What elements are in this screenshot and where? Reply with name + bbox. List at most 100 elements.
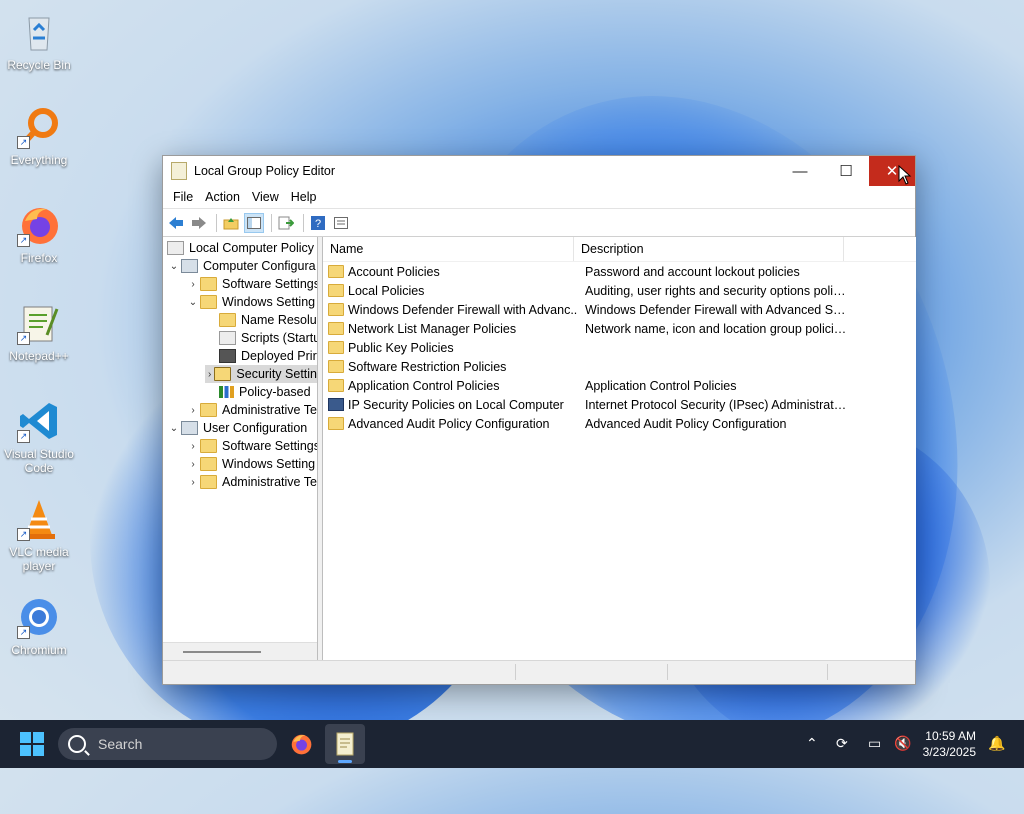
tree-node-user-configuration[interactable]: ⌄ User Configuration [167,419,307,437]
folder-icon [200,457,217,471]
expanded-chevron-icon[interactable]: ⌄ [186,297,200,308]
tree-node-software-settings[interactable]: › Software Settings [186,275,317,293]
volume-muted-icon[interactable]: 🔇 [894,735,911,752]
content-panes: Local Computer Policy ⌄ Computer Configu… [163,237,916,660]
menu-help[interactable]: Help [285,190,323,204]
taskbar-group-policy-editor[interactable] [325,724,365,764]
taskbar-search[interactable]: Search [58,728,277,760]
tree-node-user-windows-settings[interactable]: › Windows Setting [186,455,315,473]
folder-icon [328,360,344,373]
list-row-software-restriction[interactable]: Software Restriction Policies [323,357,916,376]
minimize-button[interactable]: — [777,156,823,186]
maximize-button[interactable]: ☐ [823,156,869,186]
everything-magnifier-icon: ↗ [17,105,61,149]
expanded-chevron-icon[interactable]: ⌄ [167,261,181,272]
tree-node-scripts[interactable]: Scripts (Startu [219,329,317,347]
desktop-icon-firefox[interactable]: ↗ Firefox [4,203,74,265]
desktop-icon-everything[interactable]: ↗ Everything [4,105,74,167]
start-button[interactable] [20,732,44,756]
properties-icon[interactable] [331,213,351,233]
row-name: Software Restriction Policies [348,359,507,374]
tree-node-policy-based-qos[interactable]: Policy-based [219,383,311,401]
tree-node-computer-configuration[interactable]: ⌄ Computer Configura [167,257,316,275]
tree-horizontal-scrollbar[interactable] [163,642,317,660]
desktop-icon-vscode[interactable]: ↗ Visual Studio Code [4,399,74,475]
row-description: Internet Protocol Security (IPsec) Admin… [585,397,847,412]
clock[interactable]: 10:59 AM 3/23/2025 [923,728,976,760]
network-icon[interactable]: ▭ [868,735,881,752]
collapsed-chevron-icon[interactable]: › [186,405,200,416]
tree-node-deployed-printers[interactable]: Deployed Prir [219,347,317,365]
windows-logo-icon [33,732,44,743]
expanded-chevron-icon[interactable]: ⌄ [167,423,181,434]
vscode-icon: ↗ [17,399,61,443]
desktop-icon-recycle-bin[interactable]: Recycle Bin [4,10,74,72]
column-header-description[interactable]: Description [574,237,844,261]
collapsed-chevron-icon[interactable]: › [186,441,200,452]
list-row-local-policies[interactable]: Local Policies Auditing, user rights and… [323,281,916,300]
toolbar: ? [163,208,915,237]
printer-icon [219,349,236,363]
back-icon[interactable] [166,213,186,233]
row-name: Advanced Audit Policy Configuration [348,416,550,431]
tree-node-windows-settings[interactable]: ⌄ Windows Setting [186,293,315,311]
collapsed-chevron-icon[interactable]: › [186,459,200,470]
tree-node-security-settings[interactable]: › Security Settin [205,365,317,383]
locked-folder-icon [328,265,344,278]
help-icon[interactable]: ? [308,213,328,233]
list-row-advanced-audit[interactable]: Advanced Audit Policy Configuration Adva… [323,414,916,433]
forward-icon[interactable] [189,213,209,233]
policy-editor-app-icon [336,732,354,756]
clock-date: 3/23/2025 [922,745,976,759]
row-description: Application Control Policies [585,378,737,393]
folder-icon [200,277,217,291]
row-name: Windows Defender Firewall with Advanc... [348,302,578,317]
folder-icon [219,313,236,327]
scrollbar-thumb[interactable] [183,651,261,653]
shortcut-arrow-icon: ↗ [17,528,30,541]
list-row-network-list-manager[interactable]: Network List Manager Policies Network na… [323,319,916,338]
row-description: Password and account lockout policies [585,264,800,279]
desktop-icon-notepadpp[interactable]: ↗ Notepad++ [4,301,74,363]
collapsed-chevron-icon[interactable]: › [205,369,214,380]
tree-node-label: Security Settin [236,367,317,381]
desktop-icon-chromium[interactable]: ↗ Chromium [4,595,74,657]
taskbar: Search ⌃ ⟳ ▭ 🔇 10:59 AM 3/23/2025 🔔 [0,720,1024,768]
tree-node-local-computer-policy[interactable]: Local Computer Policy [167,239,314,257]
list-row-application-control[interactable]: Application Control Policies Application… [323,376,916,395]
status-segment [827,664,828,680]
menu-action[interactable]: Action [199,190,246,204]
tree-node-label: User Configuration [203,421,308,435]
chevron-up-icon[interactable]: ⌃ [806,735,818,752]
policy-editor-app-icon [171,162,187,180]
notification-bell-icon[interactable]: 🔔 [988,735,1005,752]
title-bar[interactable]: Local Group Policy Editor — ☐ ✕ [163,156,915,186]
menu-file[interactable]: File [167,190,199,204]
desktop-icon-vlc[interactable]: ↗ VLC media player [4,497,74,573]
list-row-ip-security[interactable]: IP Security Policies on Local Computer I… [323,395,916,414]
taskbar-firefox[interactable] [281,724,321,764]
row-name: Application Control Policies [348,378,500,393]
folder-icon [200,403,217,417]
collapsed-chevron-icon[interactable]: › [186,279,200,290]
tree-node-user-administrative-templates[interactable]: › Administrative Te [186,473,317,491]
tree-node-label: Computer Configura [203,259,316,273]
tree-node-label: Software Settings [222,439,318,453]
sync-icon[interactable]: ⟳ [836,735,848,752]
tree-node-administrative-templates[interactable]: › Administrative Te [186,401,317,419]
list-row-public-key-policies[interactable]: Public Key Policies [323,338,916,357]
column-header-name[interactable]: Name [323,237,574,261]
menu-view[interactable]: View [246,190,285,204]
bar-chart-icon [219,386,234,398]
security-lock-icon [214,367,232,381]
list-row-account-policies[interactable]: Account Policies Password and account lo… [323,262,916,281]
tree-node-user-software-settings[interactable]: › Software Settings [186,437,318,455]
row-name: Public Key Policies [348,340,454,355]
collapsed-chevron-icon[interactable]: › [186,477,200,488]
show-hide-tree-icon[interactable] [244,212,264,233]
tree-node-name-resolution[interactable]: Name Resolu [219,311,317,329]
up-folder-icon[interactable] [221,213,241,233]
firefox-icon [291,734,312,755]
export-list-icon[interactable] [276,213,296,233]
list-row-windows-defender-firewall[interactable]: Windows Defender Firewall with Advanc...… [323,300,916,319]
